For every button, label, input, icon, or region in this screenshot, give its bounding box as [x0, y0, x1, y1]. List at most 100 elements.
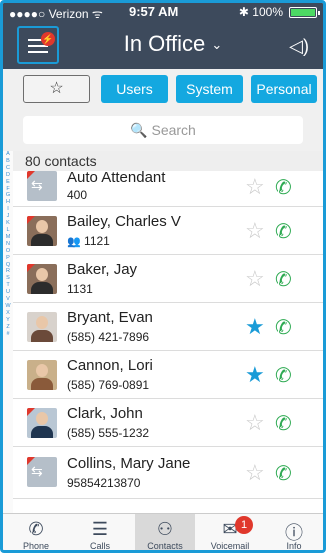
contact-number: 👥 1121 [67, 234, 110, 248]
contact-name: Bryant, Evan [67, 309, 153, 326]
index-letter[interactable]: # [3, 331, 13, 338]
tab-calls[interactable]: ☰ Calls [71, 514, 129, 551]
phone-icon: ✆ [28, 519, 44, 539]
tab-label: Info [286, 541, 302, 551]
alphabet-index[interactable]: A B C D E F G H I J K L M N O P Q R S T U V W X Y Z # [3, 151, 13, 513]
tab-label: Voicemail [210, 541, 250, 551]
contact-number: 95854213870 [67, 476, 141, 490]
contact-row[interactable]: ⇆ Collins, Mary Jane 95854213870 ☆ ✆ [13, 447, 323, 499]
battery-label: ✱ 100% [238, 5, 283, 19]
index-letter[interactable]: V [3, 296, 13, 303]
index-letter[interactable]: W [3, 303, 13, 310]
contact-number: 400 [67, 188, 88, 202]
app-frame: ●●●●○ Verizon ᯤ 9:57 AM ✱ 100% ⚡ In Offi… [0, 0, 326, 553]
index-letter[interactable]: N [3, 241, 13, 248]
favorite-star-icon[interactable]: ☆ [245, 174, 265, 200]
phone-call-icon[interactable]: ✆ [275, 315, 292, 340]
presence-title: In Office [123, 31, 206, 56]
menu-button[interactable]: ⚡ [17, 26, 59, 64]
favorite-star-icon[interactable]: ★ [245, 362, 265, 388]
contact-number-value: 1121 [84, 234, 110, 248]
favorite-star-icon[interactable]: ☆ [245, 460, 265, 486]
tab-contacts[interactable]: ⚇ Contacts [135, 514, 195, 550]
avatar [27, 408, 57, 438]
index-letter[interactable]: O [3, 248, 13, 255]
header: ●●●●○ Verizon ᯤ 9:57 AM ✱ 100% ⚡ In Offi… [3, 3, 323, 69]
system-filter-button[interactable]: System [176, 75, 243, 103]
alert-badge: ⚡ [41, 32, 55, 46]
phone-call-icon[interactable]: ✆ [275, 219, 292, 244]
index-letter[interactable]: C [3, 165, 13, 172]
hamburger-icon-bar [28, 51, 48, 53]
contact-name: Clark, John [67, 405, 143, 422]
index-letter[interactable]: F [3, 186, 13, 193]
index-letter[interactable]: R [3, 268, 13, 275]
contact-number: (585) 769-0891 [67, 378, 150, 392]
contact-name: Collins, Mary Jane [67, 455, 191, 472]
index-letter[interactable]: Z [3, 324, 13, 331]
index-letter[interactable]: U [3, 289, 13, 296]
personal-filter-button[interactable]: Personal [251, 75, 317, 103]
tab-info[interactable]: ⓘ Info [265, 514, 323, 551]
index-letter[interactable]: X [3, 310, 13, 317]
index-letter[interactable]: A [3, 151, 13, 158]
tab-label: Calls [89, 541, 110, 551]
search-bar: 🔍 Search [3, 109, 323, 151]
index-letter[interactable]: M [3, 234, 13, 241]
phone-call-icon[interactable]: ✆ [275, 461, 292, 486]
phone-call-icon[interactable]: ✆ [275, 175, 292, 200]
search-input[interactable]: 🔍 Search [23, 116, 303, 144]
avatar [27, 312, 57, 342]
index-letter[interactable]: G [3, 192, 13, 199]
avatar: ⇆ [27, 457, 57, 487]
avatar [27, 216, 57, 246]
contact-row[interactable]: ⇆ Auto Attendant 400 ☆ ✆ [13, 169, 323, 207]
index-letter[interactable]: I [3, 206, 13, 213]
favorite-star-icon[interactable]: ☆ [245, 218, 265, 244]
contact-row[interactable]: Bryant, Evan (585) 421-7896 ★ ✆ [13, 303, 323, 351]
avatar: ⇆ [27, 171, 57, 201]
favorites-filter-button[interactable]: ☆ [23, 75, 90, 103]
favorite-star-icon[interactable]: ★ [245, 314, 265, 340]
contact-row[interactable]: Baker, Jay 1131 ☆ ✆ [13, 255, 323, 303]
phone-call-icon[interactable]: ✆ [275, 267, 292, 292]
group-icon: 👥 [67, 236, 81, 248]
person-icon: ⚇ [156, 519, 174, 539]
index-letter[interactable]: P [3, 255, 13, 262]
favorite-star-icon[interactable]: ☆ [245, 266, 265, 292]
phone-call-icon[interactable]: ✆ [275, 411, 292, 436]
contact-row[interactable]: Cannon, Lori (585) 769-0891 ★ ✆ [13, 351, 323, 399]
chevron-down-icon: ⌄ [211, 37, 223, 53]
index-letter[interactable]: E [3, 179, 13, 186]
index-letter[interactable]: T [3, 282, 13, 289]
index-letter[interactable]: K [3, 220, 13, 227]
tab-voicemail[interactable]: ✉ Voicemail 1 [201, 514, 259, 551]
info-icon: ⓘ [285, 523, 303, 543]
battery-icon [289, 7, 320, 18]
contact-list: 80 contacts ⇆ Auto Attendant 400 ☆ ✆ Bai… [13, 151, 323, 513]
index-letter[interactable]: J [3, 213, 13, 220]
favorite-star-icon[interactable]: ☆ [245, 410, 265, 436]
contact-row[interactable]: Clark, John (585) 555-1232 ☆ ✆ [13, 399, 323, 447]
speaker-icon[interactable]: ◁) [289, 36, 309, 57]
contact-number: 1131 [67, 282, 93, 296]
avatar [27, 360, 57, 390]
tab-bar: ✆ Phone ☰ Calls ⚇ Contacts ✉ Voicemail 1… [3, 513, 323, 551]
contact-number: (585) 421-7896 [67, 330, 150, 344]
filter-bar: ☆ Users System Personal [3, 69, 323, 109]
contact-row[interactable]: Bailey, Charles V 👥 1121 ☆ ✆ [13, 207, 323, 255]
index-letter[interactable]: Y [3, 317, 13, 324]
index-letter[interactable]: B [3, 158, 13, 165]
voicemail-badge: 1 [235, 516, 253, 534]
index-letter[interactable]: Q [3, 262, 13, 269]
users-filter-button[interactable]: Users [101, 75, 168, 103]
presence-selector[interactable]: In Office ⌄ [103, 31, 243, 57]
contact-name: Baker, Jay [67, 261, 138, 278]
contact-name: Cannon, Lori [67, 357, 153, 374]
index-letter[interactable]: H [3, 199, 13, 206]
phone-call-icon[interactable]: ✆ [275, 363, 292, 388]
index-letter[interactable]: S [3, 275, 13, 282]
index-letter[interactable]: D [3, 172, 13, 179]
tab-phone[interactable]: ✆ Phone [7, 514, 65, 550]
index-letter[interactable]: L [3, 227, 13, 234]
